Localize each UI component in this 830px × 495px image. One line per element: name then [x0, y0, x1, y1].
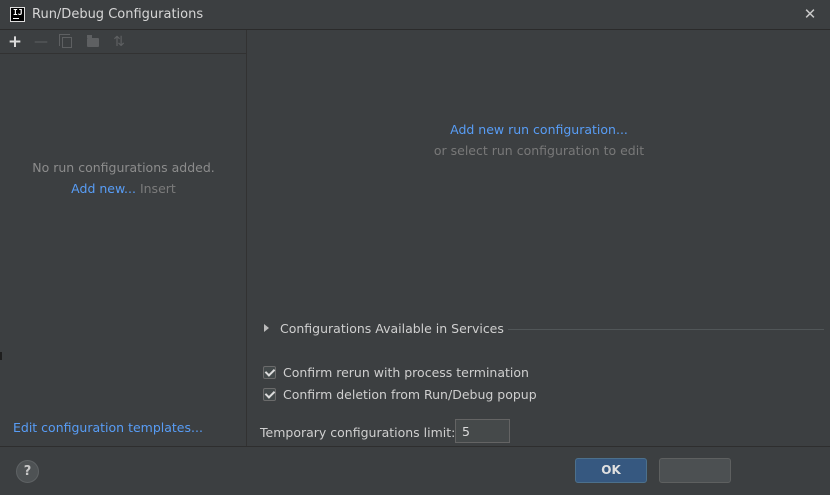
- title-bar: IJ Run/Debug Configurations ✕: [0, 0, 830, 30]
- window-edge-mark: [0, 352, 2, 360]
- minus-icon[interactable]: —: [32, 33, 50, 51]
- insert-shortcut-hint: Insert: [139, 181, 176, 196]
- select-configuration-hint: or select run configuration to edit: [433, 143, 645, 158]
- confirm-deletion-checkbox[interactable]: [263, 388, 276, 401]
- expand-triangle-icon: [264, 324, 269, 332]
- cancel-button[interactable]: [659, 458, 731, 483]
- intellij-app-icon: IJ: [10, 7, 25, 22]
- sort-icon[interactable]: ⇅: [110, 33, 128, 51]
- plus-icon[interactable]: +: [6, 32, 24, 52]
- dialog-button-bar: ? OK: [0, 446, 830, 495]
- empty-configurations-message: No run configurations added.: [32, 160, 215, 175]
- section-divider: [508, 329, 824, 330]
- services-section-label: Configurations Available in Services: [280, 321, 504, 336]
- confirm-rerun-label[interactable]: Confirm rerun with process termination: [283, 365, 529, 380]
- services-section-toggle[interactable]: Configurations Available in Services: [264, 321, 824, 337]
- tree-toolbar: + — ⇅: [0, 30, 247, 54]
- folder-icon[interactable]: [84, 33, 102, 51]
- window-title: Run/Debug Configurations: [32, 7, 204, 22]
- temporary-limit-input[interactable]: [455, 419, 510, 443]
- confirm-rerun-checkbox[interactable]: [263, 366, 276, 379]
- add-new-link[interactable]: Add new...: [71, 181, 136, 196]
- configurations-tree-panel: + — ⇅ No run configurations added. Add n…: [0, 30, 247, 446]
- confirm-deletion-label[interactable]: Confirm deletion from Run/Debug popup: [283, 387, 537, 402]
- empty-actions: Add new... Insert: [0, 181, 247, 196]
- help-button[interactable]: ?: [16, 460, 39, 483]
- edit-configuration-templates-link[interactable]: Edit configuration templates...: [13, 420, 203, 435]
- close-icon[interactable]: ✕: [802, 6, 818, 22]
- configuration-details-panel: Add new run configuration... or select r…: [248, 30, 830, 446]
- add-new-run-configuration-link[interactable]: Add new run configuration...: [248, 122, 830, 137]
- temporary-limit-label: Temporary configurations limit:: [260, 425, 456, 440]
- copy-icon[interactable]: [58, 33, 76, 51]
- ok-button[interactable]: OK: [575, 458, 647, 483]
